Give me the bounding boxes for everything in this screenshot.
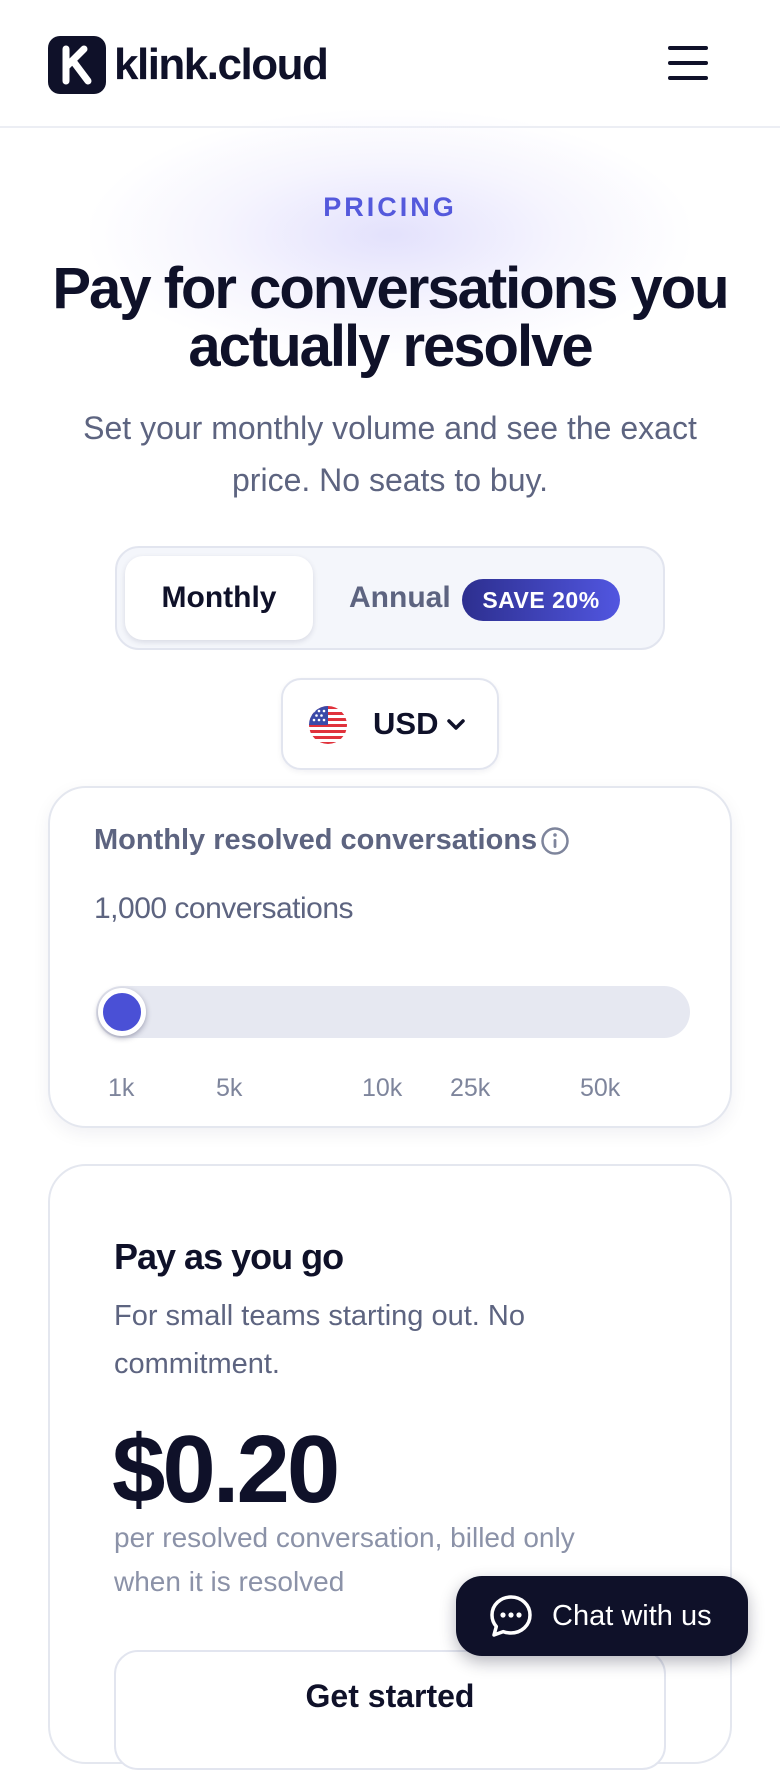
volume-label: Monthly resolved conversations bbox=[94, 824, 538, 856]
plan-cta-button[interactable]: Get started bbox=[114, 1650, 666, 1770]
info-icon[interactable] bbox=[540, 826, 570, 856]
chat-with-us-button[interactable]: Chat with us bbox=[456, 1576, 748, 1656]
chat-bubble-icon bbox=[490, 1595, 532, 1637]
klink-logo-icon[interactable] bbox=[48, 36, 106, 94]
slider-tick-10k: 10k bbox=[362, 1074, 403, 1102]
billing-option-annual[interactable]: Annual bbox=[349, 556, 451, 640]
billing-option-monthly[interactable]: Monthly bbox=[125, 556, 313, 640]
plan-description: For small teams starting out. No commitm… bbox=[114, 1300, 525, 1380]
chat-label: Chat with us bbox=[552, 1600, 712, 1632]
currency-select[interactable]: USD bbox=[281, 678, 499, 770]
k-letter-icon bbox=[62, 45, 92, 85]
save-badge: SAVE 20% bbox=[462, 579, 620, 621]
plan-name: Pay as you go bbox=[114, 1236, 344, 1277]
slider-tick-25k: 25k bbox=[450, 1074, 491, 1102]
slider-tick-50k: 50k bbox=[580, 1074, 621, 1102]
brand-name[interactable]: klink.cloud bbox=[114, 38, 329, 92]
volume-slider-track[interactable] bbox=[96, 986, 690, 1038]
volume-card: Monthly resolved conversations 1,000 con… bbox=[48, 786, 732, 1128]
billing-period-toggle: Monthly Annual SAVE 20% bbox=[115, 546, 665, 650]
plan-price: $0.20 bbox=[112, 1416, 340, 1523]
pricing-eyebrow: PRICING bbox=[323, 192, 457, 222]
currency-label: USD bbox=[373, 706, 439, 741]
volume-value: 1,000 conversations bbox=[94, 892, 354, 925]
plan-cta-label: Get started bbox=[305, 1678, 475, 1714]
us-flag-icon bbox=[309, 706, 347, 744]
slider-tick-5k: 5k bbox=[216, 1074, 243, 1102]
page-title: Pay for conversations you actually resol… bbox=[52, 256, 729, 379]
volume-slider-thumb[interactable] bbox=[98, 988, 146, 1036]
chevron-down-icon bbox=[447, 719, 465, 730]
site-header: klink.cloud bbox=[0, 0, 780, 128]
plan-card-pay-as-you-go: Pay as you go For small teams starting o… bbox=[48, 1164, 732, 1770]
page-subtitle: Set your monthly volume and see the exac… bbox=[83, 410, 697, 498]
hamburger-menu-icon[interactable] bbox=[664, 42, 712, 84]
slider-tick-1k: 1k bbox=[108, 1074, 135, 1102]
